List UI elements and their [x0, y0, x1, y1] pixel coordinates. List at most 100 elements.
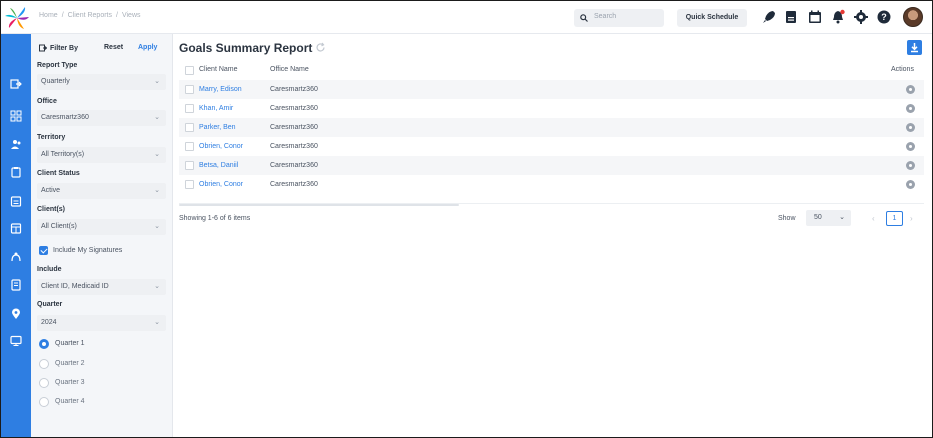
- client-name-link[interactable]: Betsa, Daniil: [199, 162, 238, 169]
- pagination-summary: Showing 1-6 of 6 items: [179, 215, 251, 222]
- monitor-icon[interactable]: [10, 335, 22, 347]
- select-all-checkbox[interactable]: [185, 66, 194, 75]
- row-checkbox[interactable]: [185, 104, 194, 113]
- help-icon[interactable]: ?: [876, 9, 892, 25]
- calendar-icon[interactable]: [807, 9, 823, 25]
- top-bar: Home / Client Reports / Views Search Qui…: [1, 1, 932, 34]
- apply-button[interactable]: Apply: [138, 44, 157, 51]
- include-signatures-checkbox[interactable]: [39, 246, 48, 255]
- quarter-3-label: Quarter 3: [55, 379, 85, 386]
- client-name-link[interactable]: Obrien, Conor: [199, 181, 243, 188]
- search-icon: [580, 14, 588, 22]
- client-name-link[interactable]: Obrien, Conor: [199, 143, 243, 150]
- table-row: Obrien, Conor Caresmartz360: [179, 175, 924, 194]
- row-settings-icon[interactable]: [906, 123, 915, 132]
- report-type-select[interactable]: Quarterly ⌄: [37, 74, 166, 90]
- chevron-down-icon: ⌄: [154, 187, 160, 194]
- quarter-4-radio[interactable]: [39, 397, 49, 407]
- download-button[interactable]: [907, 40, 922, 55]
- row-settings-icon[interactable]: [906, 161, 915, 170]
- grid-icon[interactable]: [10, 110, 22, 122]
- rocket-icon[interactable]: [761, 9, 777, 25]
- quarter-3-radio[interactable]: [39, 378, 49, 388]
- office-name-cell: Caresmartz360: [270, 124, 318, 131]
- office-label: Office: [37, 98, 57, 105]
- app-logo[interactable]: [4, 5, 31, 31]
- client-name-link[interactable]: Parker, Ben: [199, 124, 236, 131]
- document-icon[interactable]: [783, 9, 799, 25]
- report-icon[interactable]: [10, 279, 22, 291]
- include-select[interactable]: Client ID, Medicaid ID ⌄: [37, 279, 166, 295]
- search-input[interactable]: Search: [574, 9, 664, 27]
- refresh-icon[interactable]: [315, 42, 326, 53]
- row-settings-icon[interactable]: [906, 142, 915, 151]
- row-settings-icon[interactable]: [906, 104, 915, 113]
- row-checkbox[interactable]: [185, 142, 194, 151]
- office-name-cell: Caresmartz360: [270, 105, 318, 112]
- client-status-value: Active: [41, 187, 61, 194]
- svg-text:?: ?: [881, 12, 887, 22]
- route-icon[interactable]: [10, 251, 22, 263]
- previous-page-icon[interactable]: ‹: [872, 214, 875, 223]
- client-name-link[interactable]: Khan, Amir: [199, 105, 233, 112]
- client-name-link[interactable]: Marry, Edison: [199, 86, 242, 93]
- page-size-select[interactable]: 50 ⌄: [806, 210, 851, 226]
- table-row: Khan, Amir Caresmartz360: [179, 99, 924, 118]
- user-avatar[interactable]: [903, 7, 923, 27]
- client-status-label: Client Status: [37, 170, 80, 177]
- settings-gear-icon[interactable]: [853, 9, 869, 25]
- territory-select[interactable]: All Territory(s) ⌄: [37, 147, 166, 163]
- clipboard-icon[interactable]: [10, 166, 22, 178]
- client-status-select[interactable]: Active ⌄: [37, 183, 166, 199]
- column-office-name[interactable]: Office Name: [270, 66, 309, 73]
- left-navigation-rail: [1, 34, 31, 437]
- schedule-icon[interactable]: [10, 222, 22, 234]
- chevron-down-icon: ⌄: [154, 151, 160, 158]
- filter-exit-icon[interactable]: [39, 44, 47, 52]
- notification-bell-icon[interactable]: [830, 9, 846, 25]
- office-name-cell: Caresmartz360: [270, 86, 318, 93]
- page-size-label: Show: [778, 215, 796, 222]
- main-content: Goals Summary Report Client Name Office …: [173, 34, 932, 437]
- row-settings-icon[interactable]: [906, 180, 915, 189]
- quarter-label: Quarter: [37, 301, 63, 308]
- clients-select[interactable]: All Client(s) ⌄: [37, 219, 166, 235]
- next-page-icon[interactable]: ›: [910, 214, 913, 223]
- report-type-label: Report Type: [37, 62, 78, 69]
- search-placeholder: Search: [594, 13, 617, 20]
- table-header: Client Name Office Name Actions: [179, 62, 924, 78]
- breadcrumb-client-reports[interactable]: Client Reports: [68, 12, 112, 19]
- row-checkbox[interactable]: [185, 123, 194, 132]
- quick-schedule-button[interactable]: Quick Schedule: [677, 9, 747, 27]
- quarter-2-radio[interactable]: [39, 359, 49, 369]
- chevron-down-icon: ⌄: [154, 78, 160, 85]
- office-name-cell: Caresmartz360: [270, 162, 318, 169]
- row-checkbox[interactable]: [185, 85, 194, 94]
- row-checkbox[interactable]: [185, 161, 194, 170]
- filter-title: Filter By: [50, 44, 79, 52]
- column-client-name[interactable]: Client Name: [199, 66, 238, 73]
- row-checkbox[interactable]: [185, 180, 194, 189]
- dashboard-exit-icon[interactable]: [10, 78, 22, 90]
- territory-label: Territory: [37, 134, 66, 141]
- breadcrumb-views: Views: [121, 12, 141, 19]
- users-icon[interactable]: [10, 138, 22, 150]
- clients-label: Client(s): [37, 206, 65, 213]
- quarter-1-label: Quarter 1: [55, 340, 85, 347]
- quarter-year-select[interactable]: 2024 ⌄: [37, 315, 166, 331]
- horizontal-scrollbar[interactable]: [179, 204, 459, 206]
- calendar-list-icon[interactable]: [10, 195, 22, 207]
- reset-button[interactable]: Reset: [104, 44, 123, 51]
- page-title: Goals Summary Report: [179, 41, 313, 55]
- location-icon[interactable]: [10, 308, 22, 320]
- quarter-1-radio[interactable]: [39, 339, 49, 349]
- current-page-button[interactable]: 1: [886, 211, 903, 226]
- page-size-value: 50: [814, 214, 822, 221]
- row-settings-icon[interactable]: [906, 85, 915, 94]
- office-select[interactable]: Caresmartz360 ⌄: [37, 110, 166, 126]
- office-value: Caresmartz360: [41, 114, 89, 121]
- breadcrumb-home[interactable]: Home: [39, 12, 58, 19]
- include-signatures-label: Include My Signatures: [53, 247, 123, 254]
- clients-value: All Client(s): [41, 223, 77, 230]
- chevron-down-icon: ⌄: [154, 223, 160, 230]
